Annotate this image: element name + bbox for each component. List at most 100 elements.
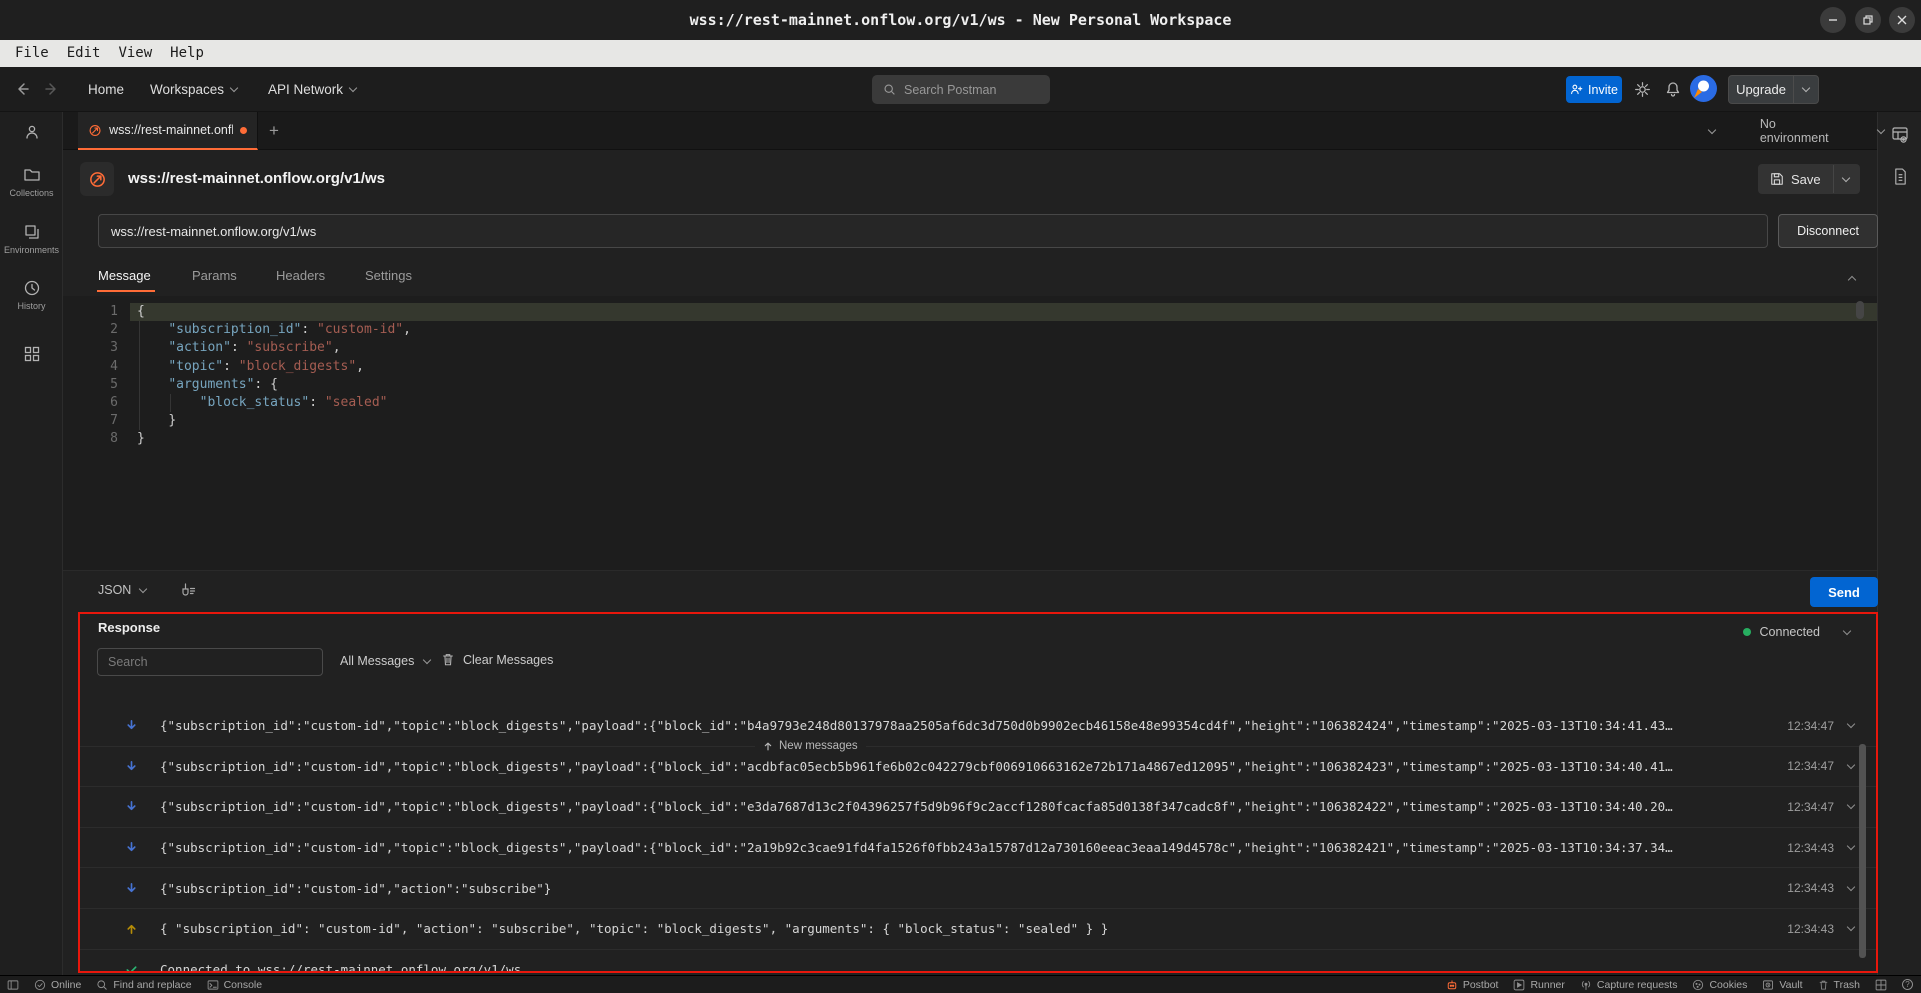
tab-overflow-chevron-icon[interactable] bbox=[1708, 127, 1716, 136]
up-arrow-icon bbox=[763, 741, 773, 752]
console-button[interactable]: Console bbox=[207, 979, 263, 991]
code-line[interactable]: 6 "block_status": "sealed" bbox=[63, 394, 1877, 412]
history-clock-icon bbox=[23, 279, 41, 297]
online-status[interactable]: Online bbox=[34, 979, 81, 991]
send-button[interactable]: Send bbox=[1810, 577, 1878, 607]
menu-help[interactable]: Help bbox=[161, 40, 213, 67]
cookie-icon bbox=[1692, 979, 1704, 991]
message-row[interactable]: {"subscription_id":"custom-id","topic":"… bbox=[80, 706, 1876, 747]
message-row[interactable]: Connected to wss://rest-mainnet.onflow.o… bbox=[80, 950, 1876, 971]
back-button[interactable] bbox=[14, 67, 30, 111]
code-line[interactable]: 3 "action": "subscribe", bbox=[63, 339, 1877, 357]
chevron-down-icon bbox=[1802, 85, 1811, 94]
chevron-down-icon bbox=[1847, 884, 1856, 893]
help-button[interactable]: ? bbox=[1902, 979, 1913, 990]
capture-requests-button[interactable]: Capture requests bbox=[1580, 979, 1678, 991]
code-line[interactable]: 7 } bbox=[63, 412, 1877, 430]
disconnect-button[interactable]: Disconnect bbox=[1778, 214, 1878, 248]
save-button[interactable]: Save bbox=[1758, 172, 1833, 187]
panel-layout-button[interactable] bbox=[1875, 979, 1887, 991]
menu-edit[interactable]: Edit bbox=[58, 40, 110, 67]
console-label: Console bbox=[224, 979, 263, 991]
trash-button[interactable]: Trash bbox=[1818, 979, 1860, 991]
menu-view[interactable]: View bbox=[109, 40, 161, 67]
chevron-down-icon bbox=[1877, 127, 1884, 136]
left-sidebar-rail: Collections Environments History bbox=[0, 112, 63, 975]
message-row[interactable]: { "subscription_id": "custom-id", "actio… bbox=[80, 909, 1876, 950]
response-scrollbar[interactable] bbox=[1859, 744, 1866, 958]
connection-status-dropdown[interactable]: Connected bbox=[1743, 625, 1852, 639]
environment-selector[interactable]: No environment bbox=[1760, 117, 1885, 145]
message-type-selector[interactable]: JSON bbox=[98, 583, 148, 597]
upgrade-menu-toggle[interactable] bbox=[1794, 85, 1818, 94]
save-menu-toggle[interactable] bbox=[1834, 175, 1860, 184]
expand-message-button[interactable] bbox=[1834, 721, 1868, 730]
invite-person-icon bbox=[1570, 83, 1583, 96]
sidebar-item-user[interactable] bbox=[0, 124, 63, 140]
close-button[interactable] bbox=[1889, 7, 1915, 33]
sidebar-item-collections[interactable]: Collections bbox=[0, 166, 63, 198]
message-row[interactable]: {"subscription_id":"custom-id","topic":"… bbox=[80, 828, 1876, 869]
code-line[interactable]: 1{ bbox=[63, 303, 1877, 321]
editor-scrollbar[interactable] bbox=[1856, 301, 1864, 319]
layout-grid-icon bbox=[1875, 979, 1887, 991]
beautify-button[interactable] bbox=[180, 582, 196, 598]
message-row[interactable]: {"subscription_id":"custom-id","topic":"… bbox=[80, 787, 1876, 828]
chevron-down-icon bbox=[349, 85, 358, 94]
sidebar-item-environments[interactable]: Environments bbox=[0, 223, 63, 255]
invite-label: Invite bbox=[1588, 83, 1618, 97]
tab-settings[interactable]: Settings bbox=[365, 268, 412, 283]
documentation-button[interactable] bbox=[1893, 168, 1908, 185]
request-header: wss://rest-mainnet.onflow.org/v1/ws Save bbox=[63, 150, 1877, 208]
forward-button[interactable] bbox=[44, 67, 60, 111]
message-text: {"subscription_id":"custom-id","topic":"… bbox=[160, 799, 1772, 814]
environment-quick-look-button[interactable] bbox=[1891, 126, 1909, 144]
tab-params[interactable]: Params bbox=[192, 268, 237, 283]
settings-button[interactable] bbox=[1634, 67, 1651, 111]
bell-icon bbox=[1665, 81, 1681, 97]
nav-workspaces[interactable]: Workspaces bbox=[150, 67, 239, 111]
cookies-button[interactable]: Cookies bbox=[1692, 979, 1747, 991]
response-search-input[interactable] bbox=[97, 648, 323, 676]
message-row[interactable]: {"subscription_id":"custom-id","action":… bbox=[80, 868, 1876, 909]
vault-button[interactable]: Vault bbox=[1762, 979, 1802, 991]
new-messages-indicator[interactable]: New messages bbox=[755, 738, 866, 754]
message-footer: JSON Send bbox=[63, 570, 1877, 612]
restore-button[interactable] bbox=[1855, 7, 1881, 33]
find-and-replace-button[interactable]: Find and replace bbox=[96, 979, 191, 991]
code-line[interactable]: 2 "subscription_id": "custom-id", bbox=[63, 321, 1877, 339]
global-search[interactable]: Search Postman bbox=[872, 75, 1050, 104]
message-filter-dropdown[interactable]: All Messages bbox=[340, 654, 432, 668]
account-avatar[interactable] bbox=[1690, 75, 1717, 102]
find-and-replace-label: Find and replace bbox=[113, 979, 191, 991]
minimize-button[interactable] bbox=[1820, 7, 1846, 33]
sidebar-toggle-button[interactable] bbox=[7, 979, 19, 991]
disconnect-label: Disconnect bbox=[1797, 224, 1859, 238]
postbot-button[interactable]: Postbot bbox=[1446, 979, 1499, 991]
message-editor[interactable]: 1{2 "subscription_id": "custom-id",3 "ac… bbox=[63, 296, 1877, 570]
tab-message[interactable]: Message bbox=[98, 268, 151, 283]
message-text: Connected to wss://rest-mainnet.onflow.o… bbox=[160, 962, 1772, 971]
notifications-button[interactable] bbox=[1665, 67, 1681, 111]
nav-home[interactable]: Home bbox=[88, 67, 124, 111]
request-section-tabs: Message Params Headers Settings bbox=[63, 258, 1877, 296]
new-tab-button[interactable]: + bbox=[263, 120, 285, 142]
collapse-pane-button[interactable] bbox=[1848, 270, 1857, 288]
sidebar-item-more[interactable] bbox=[0, 346, 63, 362]
new-messages-label: New messages bbox=[779, 740, 858, 752]
request-tab[interactable]: wss://rest-mainnet.onflo bbox=[78, 112, 258, 150]
menu-file[interactable]: File bbox=[6, 40, 58, 67]
invite-button[interactable]: Invite bbox=[1566, 76, 1622, 103]
tab-headers[interactable]: Headers bbox=[276, 268, 325, 283]
code-line[interactable]: 4 "topic": "block_digests", bbox=[63, 358, 1877, 376]
upgrade-button[interactable]: Upgrade bbox=[1728, 75, 1819, 104]
message-timestamp: 12:34:43 bbox=[1772, 881, 1834, 895]
clear-messages-button[interactable]: Clear Messages bbox=[441, 652, 553, 667]
sidebar-item-history[interactable]: History bbox=[0, 279, 63, 311]
runner-button[interactable]: Runner bbox=[1513, 979, 1564, 991]
code-line[interactable]: 5 "arguments": { bbox=[63, 376, 1877, 394]
code-line[interactable]: 8} bbox=[63, 430, 1877, 448]
nav-api-network[interactable]: API Network bbox=[268, 67, 358, 111]
websocket-url-input[interactable] bbox=[98, 214, 1768, 248]
message-row[interactable]: {"subscription_id":"custom-id","topic":"… bbox=[80, 747, 1876, 788]
